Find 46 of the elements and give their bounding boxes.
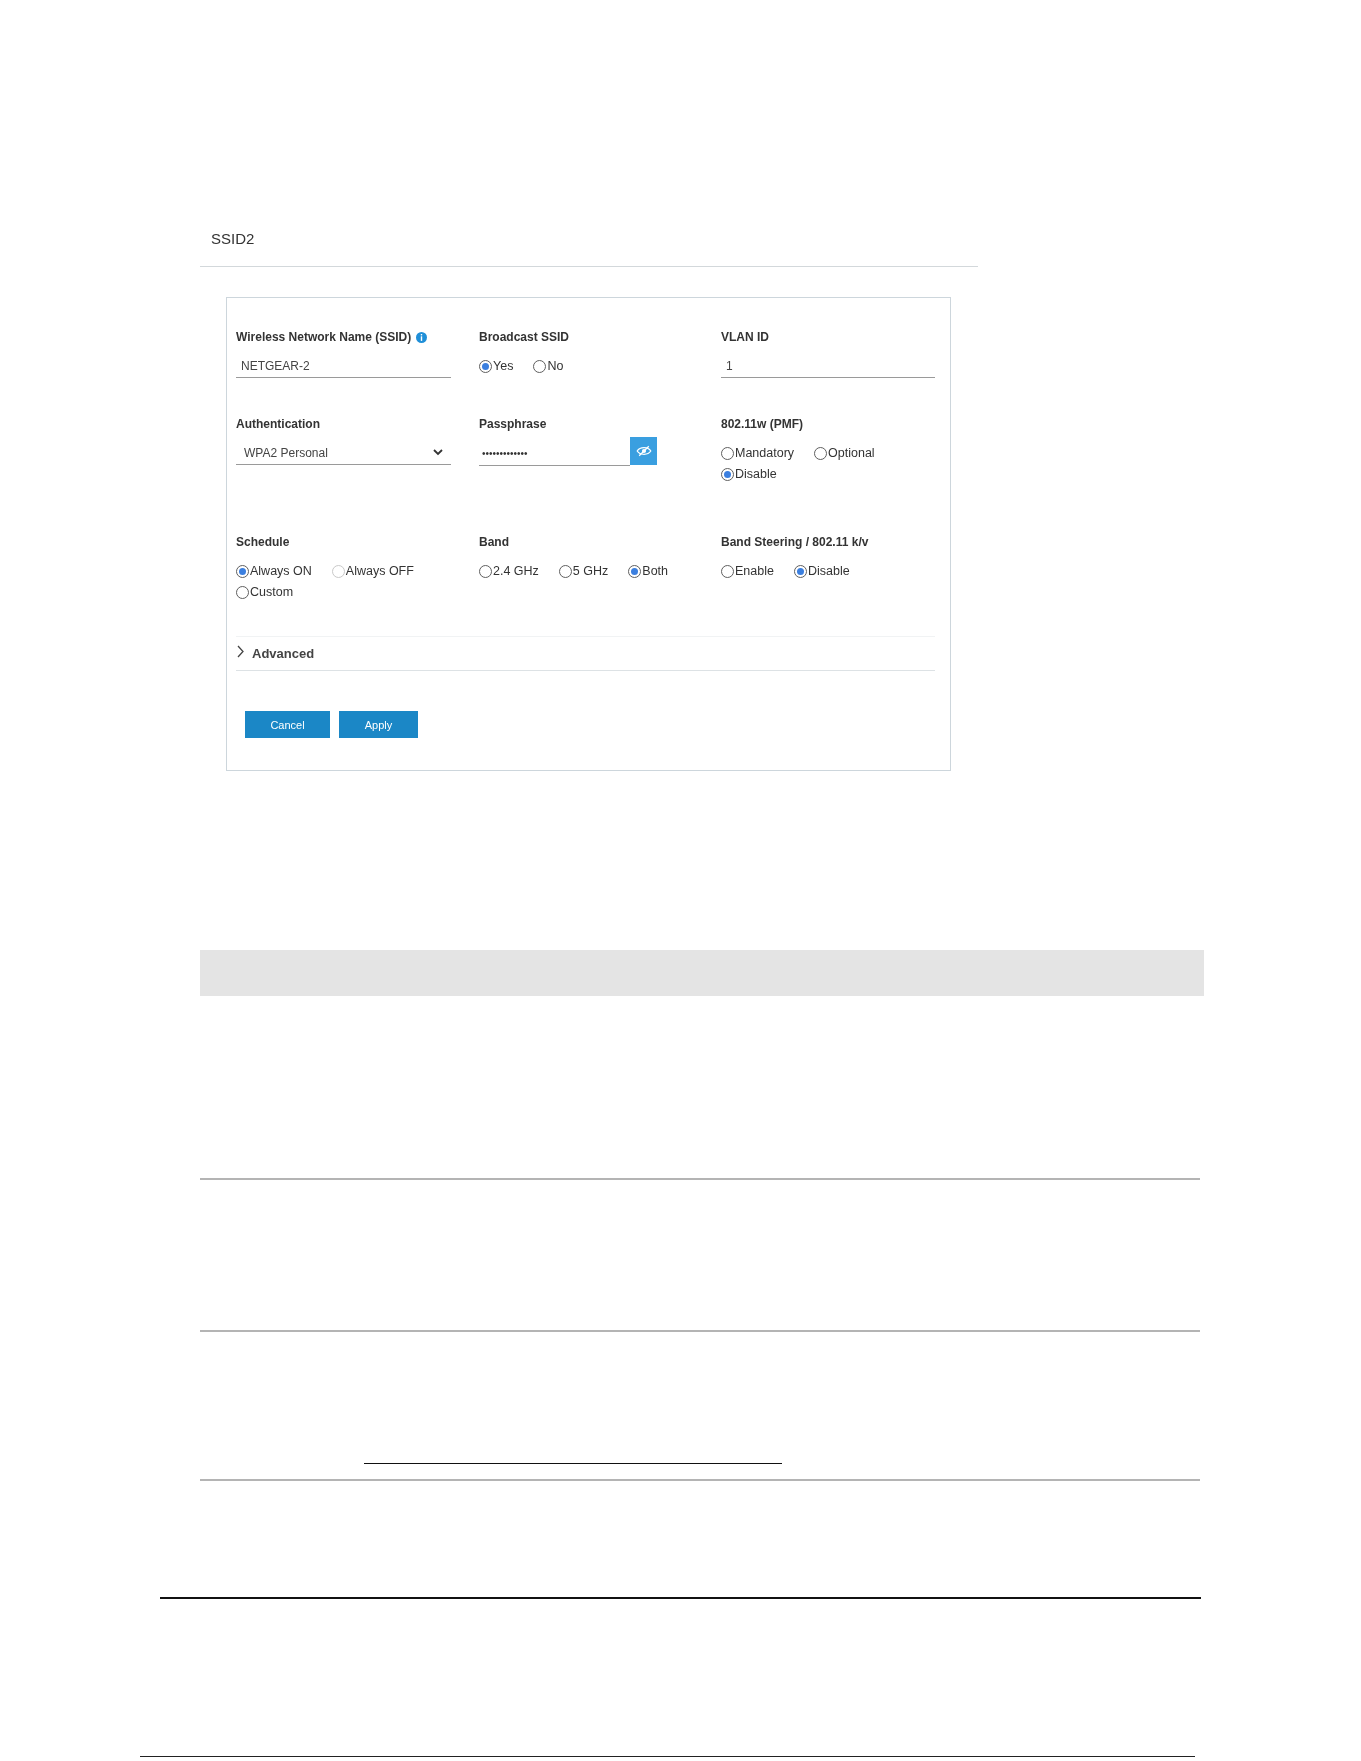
radio-button[interactable] <box>721 564 734 578</box>
field-label: Passphrase <box>479 417 547 431</box>
advanced-toggle[interactable]: Advanced <box>236 636 935 671</box>
radio-label: 5 GHz <box>572 563 609 579</box>
show-password-button[interactable] <box>630 437 657 465</box>
field-label: Broadcast SSID <box>479 330 570 344</box>
field-label: Authentication <box>236 417 320 431</box>
radio-button[interactable] <box>558 564 572 578</box>
dropdown-field[interactable]: WPA2 Personal <box>236 441 451 465</box>
radio-label: Disable <box>735 466 777 482</box>
radio-label: Disable <box>807 563 850 579</box>
field-label: Wireless Network Name (SSID) <box>236 330 412 344</box>
text-field[interactable]: 1 <box>721 354 935 378</box>
field-label: Band <box>479 535 509 549</box>
field-label: VLAN ID <box>721 330 769 344</box>
radio-button[interactable] <box>793 564 807 578</box>
radio-label: 2.4 GHz <box>493 563 539 579</box>
radio-label: Always ON <box>250 563 312 579</box>
radio-label: Enable <box>735 563 774 579</box>
field-label: Schedule <box>236 535 290 549</box>
radio-label: Custom <box>250 584 294 600</box>
radio-button[interactable] <box>236 564 249 578</box>
radio-label: Both <box>642 563 668 579</box>
radio-label: No <box>547 358 564 374</box>
radio-button[interactable] <box>236 585 249 599</box>
info-icon[interactable] <box>416 331 428 343</box>
radio-label: Always OFF <box>345 563 414 579</box>
radio-button[interactable] <box>628 564 642 578</box>
radio-label: Optional <box>828 445 875 461</box>
action-button[interactable]: Apply <box>339 711 418 738</box>
radio-button[interactable] <box>533 359 547 373</box>
text-field[interactable]: NETGEAR-2 <box>236 354 451 378</box>
field-label: Band Steering / 802.11 k/v <box>721 535 869 549</box>
field-label: 802.11w (PMF) <box>721 417 804 431</box>
radio-button[interactable] <box>479 359 492 373</box>
radio-label: Yes <box>493 358 514 374</box>
section-title: SSID2 <box>211 229 255 249</box>
radio-button[interactable] <box>814 446 828 460</box>
eye-slash-icon <box>635 445 652 457</box>
radio-label: Mandatory <box>735 445 795 461</box>
action-button[interactable]: Cancel <box>245 711 330 738</box>
password-field[interactable]: ••••••••••••• <box>479 442 630 466</box>
chevron-down-icon <box>433 449 443 456</box>
radio-button[interactable] <box>479 564 492 578</box>
radio-button[interactable] <box>721 446 734 460</box>
radio-button[interactable] <box>721 467 734 481</box>
